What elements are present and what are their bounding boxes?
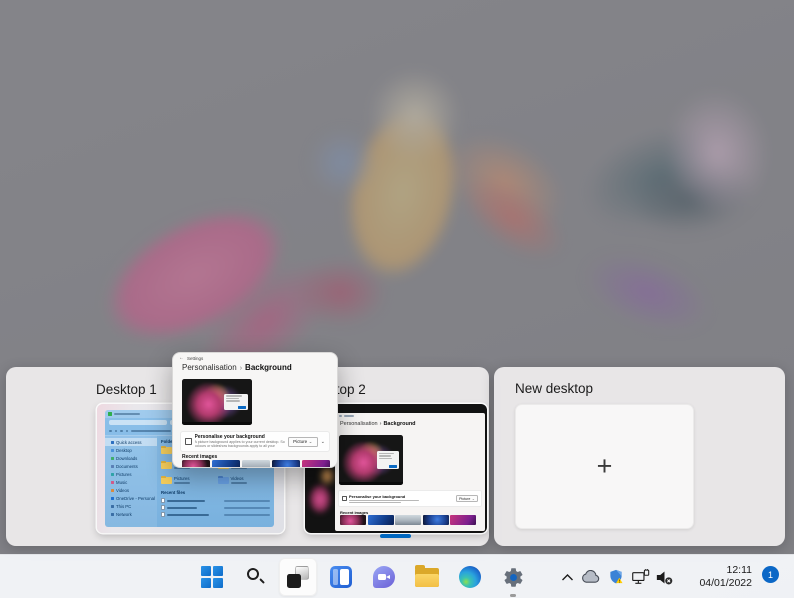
- new-desktop-button[interactable]: +: [515, 404, 694, 529]
- folder-icon: [108, 412, 112, 416]
- task-view-button[interactable]: [279, 558, 317, 596]
- security-shield-icon: [607, 568, 625, 586]
- search-icon: [245, 567, 265, 587]
- new-desktop-label: New desktop: [515, 381, 593, 396]
- chat-icon: [373, 566, 395, 588]
- search-button[interactable]: [236, 558, 274, 596]
- chevron-down-icon: ⌄: [309, 439, 313, 445]
- settings-window-preview[interactable]: ← Settings Personalisation › Background …: [172, 352, 338, 468]
- start-button[interactable]: [193, 558, 231, 596]
- security-tray-button[interactable]: [604, 558, 627, 596]
- chevron-down-icon: ⌄: [472, 497, 475, 501]
- onedrive-cloud-icon: [581, 570, 600, 584]
- checkbox-icon: [342, 496, 347, 501]
- task-view-icon: [287, 566, 309, 588]
- checkbox-icon: [185, 438, 192, 445]
- edge-button[interactable]: [451, 558, 489, 596]
- notification-badge[interactable]: 1: [762, 566, 779, 583]
- show-hidden-icons-button[interactable]: [556, 558, 579, 596]
- back-arrow-icon: ←: [179, 356, 184, 361]
- settings-button[interactable]: [494, 558, 532, 596]
- onedrive-tray-button[interactable]: [579, 558, 602, 596]
- background-preview: [339, 435, 403, 485]
- volume-tray-button[interactable]: [653, 558, 676, 596]
- recent-images-row: [340, 515, 476, 525]
- personalise-background-section: Personalise your background A picture ba…: [180, 431, 330, 452]
- screen: Desktop 1 Desktop 2 New desktop Quick ac…: [0, 0, 794, 598]
- tray-time: 12:11: [678, 564, 752, 577]
- expand-chevron-icon: ⌄: [321, 439, 325, 445]
- explorer-sidebar: Quick access Desktop Downloads Documents…: [105, 436, 157, 527]
- desktop1-label: Desktop 1: [96, 382, 157, 397]
- settings-gear-icon: [502, 566, 525, 589]
- widgets-button[interactable]: [322, 558, 360, 596]
- file-explorer-button[interactable]: [408, 558, 446, 596]
- recent-images-row: [182, 460, 330, 468]
- active-desktop-indicator: [380, 534, 411, 538]
- volume-muted-icon: [655, 569, 674, 586]
- widgets-icon: [330, 566, 352, 588]
- clock[interactable]: 12:11 04/01/2022: [678, 558, 752, 590]
- edge-icon: [459, 566, 481, 588]
- settings-window-title: Settings: [187, 356, 203, 361]
- chat-button[interactable]: [365, 558, 403, 596]
- settings-window-thumbnail: Personalisation › Background Personalise…: [335, 413, 485, 531]
- taskbar: 12:11 04/01/2022 1: [0, 554, 794, 598]
- tray-date: 04/01/2022: [678, 577, 752, 590]
- plus-icon: +: [597, 453, 613, 480]
- settings-running-indicator: [510, 594, 516, 597]
- breadcrumb: Personalisation › Background: [173, 362, 337, 372]
- background-type-dropdown: Picture ⌄: [288, 437, 318, 447]
- background-preview: [182, 379, 252, 425]
- file-explorer-icon: [415, 568, 439, 587]
- ethernet-network-icon: [631, 568, 650, 586]
- chevron-up-icon: [561, 573, 574, 582]
- network-tray-button[interactable]: [629, 558, 652, 596]
- windows-logo-icon: [201, 566, 223, 588]
